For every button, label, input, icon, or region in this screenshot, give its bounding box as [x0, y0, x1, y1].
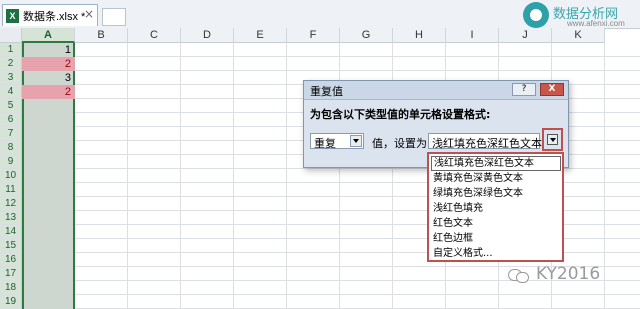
column-header-e[interactable]: E — [234, 28, 287, 43]
dropdown-option[interactable]: 自定义格式... — [431, 246, 561, 261]
watermark-logo-icon — [523, 2, 549, 28]
column-header-k[interactable]: K — [552, 28, 605, 43]
dropdown-option[interactable]: 绿填充色深绿色文本 — [431, 186, 561, 201]
cell-a1[interactable]: 1 — [22, 43, 75, 57]
row-header-1[interactable]: 1 — [0, 43, 22, 57]
column-header-h[interactable]: H — [393, 28, 446, 43]
row-header-9[interactable]: 9 — [0, 155, 22, 169]
dialog-title-bar: 重复值 ? X — [304, 81, 568, 100]
format-select[interactable]: 浅红填充色深红色文本 — [428, 133, 542, 150]
column-header-j[interactable]: J — [499, 28, 552, 43]
dropdown-option[interactable]: 红色文本 — [431, 216, 561, 231]
value-type-select[interactable]: 重复 — [310, 133, 364, 150]
row-header-6[interactable]: 6 — [0, 113, 22, 127]
row-header-17[interactable]: 17 — [0, 267, 22, 281]
watermark-url: www.afenxi.com — [567, 19, 625, 28]
column-header-b[interactable]: B — [75, 28, 128, 43]
column-header-g[interactable]: G — [340, 28, 393, 43]
close-tab-icon[interactable]: × — [84, 7, 94, 21]
row-header-12[interactable]: 12 — [0, 197, 22, 211]
row-header-2[interactable]: 2 — [0, 57, 22, 71]
row-header-11[interactable]: 11 — [0, 183, 22, 197]
row-header-5[interactable]: 5 — [0, 99, 22, 113]
row-header-4[interactable]: 4 — [0, 85, 22, 99]
help-button[interactable]: ? — [512, 83, 536, 96]
value-type-value: 重复 — [314, 137, 336, 150]
dialog-title: 重复值 — [310, 85, 343, 98]
chevron-down-icon[interactable] — [350, 135, 362, 147]
watermark-handle-text: KY2016 — [536, 264, 601, 284]
cell-a3[interactable]: 3 — [22, 71, 75, 85]
format-dropdown-highlight[interactable] — [542, 128, 563, 151]
dropdown-option[interactable]: 浅红色填充 — [431, 201, 561, 216]
wechat-icon — [508, 267, 530, 283]
workbook-tab-label: 数据条.xlsx * — [23, 10, 86, 23]
excel-file-icon: X — [6, 8, 19, 23]
column-header-f[interactable]: F — [287, 28, 340, 43]
dropdown-option[interactable]: 黄填充色深黄色文本 — [431, 171, 561, 186]
row-header-10[interactable]: 10 — [0, 169, 22, 183]
row-header-3[interactable]: 3 — [0, 71, 22, 85]
workbook-tab[interactable]: X 数据条.xlsx * × — [2, 4, 98, 26]
column-header-d[interactable]: D — [181, 28, 234, 43]
row-header-13[interactable]: 13 — [0, 211, 22, 225]
dropdown-option[interactable]: 红色边框 — [431, 231, 561, 246]
row-header-15[interactable]: 15 — [0, 239, 22, 253]
column-header-i[interactable]: I — [446, 28, 499, 43]
select-all-corner[interactable] — [0, 28, 22, 43]
row-header-7[interactable]: 7 — [0, 127, 22, 141]
format-dropdown-list[interactable]: 浅红填充色深红色文本 黄填充色深黄色文本 绿填充色深绿色文本 浅红色填充 红色文本 红色边… — [427, 152, 564, 262]
row-header-16[interactable]: 16 — [0, 253, 22, 267]
column-header-a[interactable]: A — [22, 28, 75, 43]
cell-a4[interactable]: 2 — [22, 85, 75, 99]
row-header-19[interactable]: 19 — [0, 295, 22, 309]
cell-a2[interactable]: 2 — [22, 57, 75, 71]
column-header-c[interactable]: C — [128, 28, 181, 43]
new-tab-button[interactable] — [102, 8, 126, 26]
row-header-8[interactable]: 8 — [0, 141, 22, 155]
watermark-handle: KY2016 — [508, 262, 636, 288]
chevron-down-icon[interactable] — [547, 134, 558, 145]
format-select-value: 浅红填充色深红色文本 — [432, 137, 542, 150]
dropdown-option[interactable]: 浅红填充色深红色文本 — [431, 156, 561, 171]
row-header-14[interactable]: 14 — [0, 225, 22, 239]
set-as-label: 值，设置为 — [372, 137, 427, 150]
dialog-prompt: 为包含以下类型值的单元格设置格式: — [310, 108, 491, 121]
row-header-18[interactable]: 18 — [0, 281, 22, 295]
close-button[interactable]: X — [540, 83, 564, 96]
watermark-logo: 数据分析网 www.afenxi.com — [523, 2, 640, 28]
